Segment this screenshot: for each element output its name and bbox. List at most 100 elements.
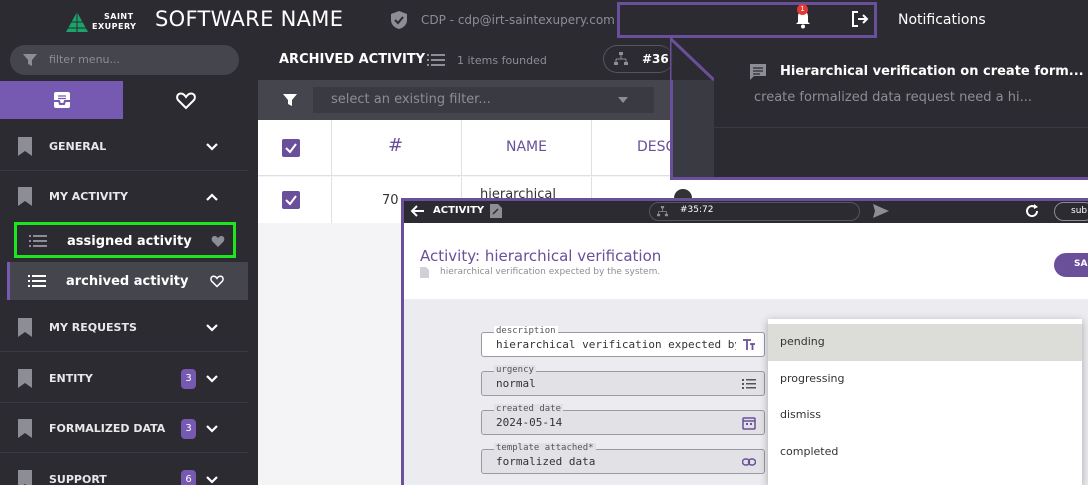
edit-document-icon[interactable]: [490, 204, 502, 218]
save-button[interactable]: SA: [1054, 253, 1088, 277]
inbox-icon: [53, 92, 70, 108]
sidebar-section-label: SUPPORT: [49, 473, 107, 485]
refresh-icon[interactable]: [1024, 203, 1040, 219]
chevron-up-icon: [206, 193, 218, 201]
field-label: urgency: [494, 365, 536, 375]
logo-text-line1: SAINT: [104, 12, 134, 21]
description-field[interactable]: description hierarchical verification ex…: [481, 326, 765, 357]
user-email: CDP - cdp@irt-saintexupery.com: [421, 13, 615, 27]
send-icon[interactable]: [873, 204, 889, 218]
field-label: template attached*: [494, 443, 596, 453]
dialog-bar-title: ACTIVITY: [433, 205, 485, 216]
created-date-field[interactable]: created date 2024-05-14: [481, 404, 765, 435]
dropdown-option-pending[interactable]: pending: [768, 324, 1082, 361]
bookmark-icon: [18, 318, 32, 337]
status-dropdown-menu: pending progressing dismiss completed: [768, 319, 1082, 485]
notification-body: create formalized data request need a hi…: [754, 90, 1033, 105]
row-checkbox[interactable]: [282, 191, 300, 209]
list-icon[interactable]: [742, 377, 756, 391]
sidebar-section-my-activity[interactable]: MY ACTIVITY: [0, 171, 248, 221]
sidebar-section-label: ENTITY: [49, 372, 93, 385]
heart-filled-icon[interactable]: [211, 234, 225, 248]
chevron-down-icon: [206, 425, 218, 433]
sidebar-section-label: MY REQUESTS: [49, 321, 137, 334]
field-value: 2024-05-14: [496, 416, 563, 429]
sidebar-section-my-requests[interactable]: MY REQUESTS: [0, 302, 248, 352]
bookmark-icon: [18, 369, 32, 388]
sidebar-section-entity[interactable]: ENTITY 3: [0, 353, 248, 403]
filter-select-placeholder: select an existing filter...: [331, 92, 491, 107]
notification-title: Hierarchical verification on create form…: [780, 64, 1084, 79]
logo: SAINT EXUPERY: [64, 8, 136, 34]
hierarchy-icon: [614, 52, 628, 65]
filter-select[interactable]: select an existing filter...: [313, 87, 654, 113]
logo-text-line2: EXUPERY: [92, 22, 137, 31]
item-count: 1 items founded: [457, 54, 547, 67]
field-label: description: [494, 326, 558, 336]
activity-title: Activity: hierarchical verification: [420, 247, 662, 265]
callout-connector: [670, 38, 715, 180]
list-view-icon[interactable]: [427, 54, 445, 66]
select-all-checkbox[interactable]: [282, 139, 300, 157]
sidebar-item-label: archived activity: [66, 274, 189, 289]
logo-mark-icon: [66, 12, 88, 32]
filter-icon[interactable]: [282, 92, 298, 108]
sidebar-section-formalized-data[interactable]: FORMALIZED DATA 3: [0, 403, 248, 453]
dropdown-arrow-icon: [618, 97, 628, 103]
heart-outline-icon: [175, 92, 196, 110]
sidebar-item-archived-activity[interactable]: archived activity: [7, 262, 248, 300]
urgency-field[interactable]: urgency normal: [481, 365, 765, 396]
calendar-icon[interactable]: [742, 416, 756, 430]
table-header-id[interactable]: #: [332, 120, 462, 176]
dropdown-option-dismiss[interactable]: dismiss: [768, 397, 1082, 434]
filter-menu-placeholder: filter menu...: [49, 53, 121, 66]
search-input[interactable]: #36: [603, 45, 673, 73]
bookmark-icon: [18, 137, 32, 156]
tab-inbox[interactable]: [0, 81, 123, 119]
link-icon[interactable]: [742, 455, 756, 469]
page-title: ARCHIVED ACTIVITY: [279, 52, 426, 67]
notification-badge: 1: [797, 4, 808, 15]
table-header-name[interactable]: NAME: [462, 120, 592, 176]
sidebar-section-label: MY ACTIVITY: [49, 190, 128, 203]
tab-favorites[interactable]: [123, 81, 248, 119]
notification-item[interactable]: [714, 40, 1088, 128]
hierarchy-icon: [657, 206, 668, 217]
notifications-title: Notifications: [898, 12, 986, 28]
heart-outline-icon[interactable]: [210, 274, 224, 288]
filter-menu-input[interactable]: filter menu...: [10, 45, 239, 75]
table-header-description[interactable]: DESC: [592, 120, 675, 176]
count-badge: 6: [181, 470, 196, 485]
text-format-icon[interactable]: [742, 338, 756, 352]
dialog-search-value: #35:72: [680, 205, 714, 215]
sidebar-item-assigned-activity[interactable]: assigned activity: [14, 222, 236, 258]
filter-icon: [23, 54, 37, 66]
logout-icon[interactable]: [849, 8, 871, 30]
activity-subtitle: hierarchical verification expected by th…: [440, 267, 661, 277]
dropdown-option-completed[interactable]: completed: [768, 434, 1082, 471]
sidebar-section-support[interactable]: SUPPORT 6: [0, 454, 248, 485]
template-attached-field[interactable]: template attached* formalized data: [481, 443, 765, 474]
chevron-down-icon: [206, 375, 218, 383]
sidebar-section-label: GENERAL: [49, 140, 107, 153]
arrow-back-icon[interactable]: [410, 203, 426, 219]
chevron-down-icon: [206, 476, 218, 484]
shield-icon: [391, 11, 407, 29]
list-icon: [29, 235, 47, 247]
sidebar-section-general[interactable]: GENERAL: [0, 121, 248, 171]
message-icon: [750, 64, 766, 80]
submit-button[interactable]: sub: [1054, 202, 1088, 221]
bookmark-icon: [18, 470, 32, 485]
field-value: normal: [496, 377, 536, 390]
dialog-search-input[interactable]: #35:72: [649, 202, 860, 221]
chevron-down-icon: [206, 143, 218, 151]
table-row-checkbox-cell: [258, 177, 332, 223]
list-icon: [28, 275, 46, 287]
chevron-down-icon: [206, 324, 218, 332]
field-label: created date: [494, 404, 564, 414]
document-icon: [420, 267, 429, 278]
dropdown-option-progressing[interactable]: progressing: [768, 361, 1082, 398]
field-value: hierarchical verification expected by th…: [496, 338, 736, 351]
bookmark-icon: [18, 419, 32, 438]
sidebar-section-label: FORMALIZED DATA: [49, 422, 166, 435]
